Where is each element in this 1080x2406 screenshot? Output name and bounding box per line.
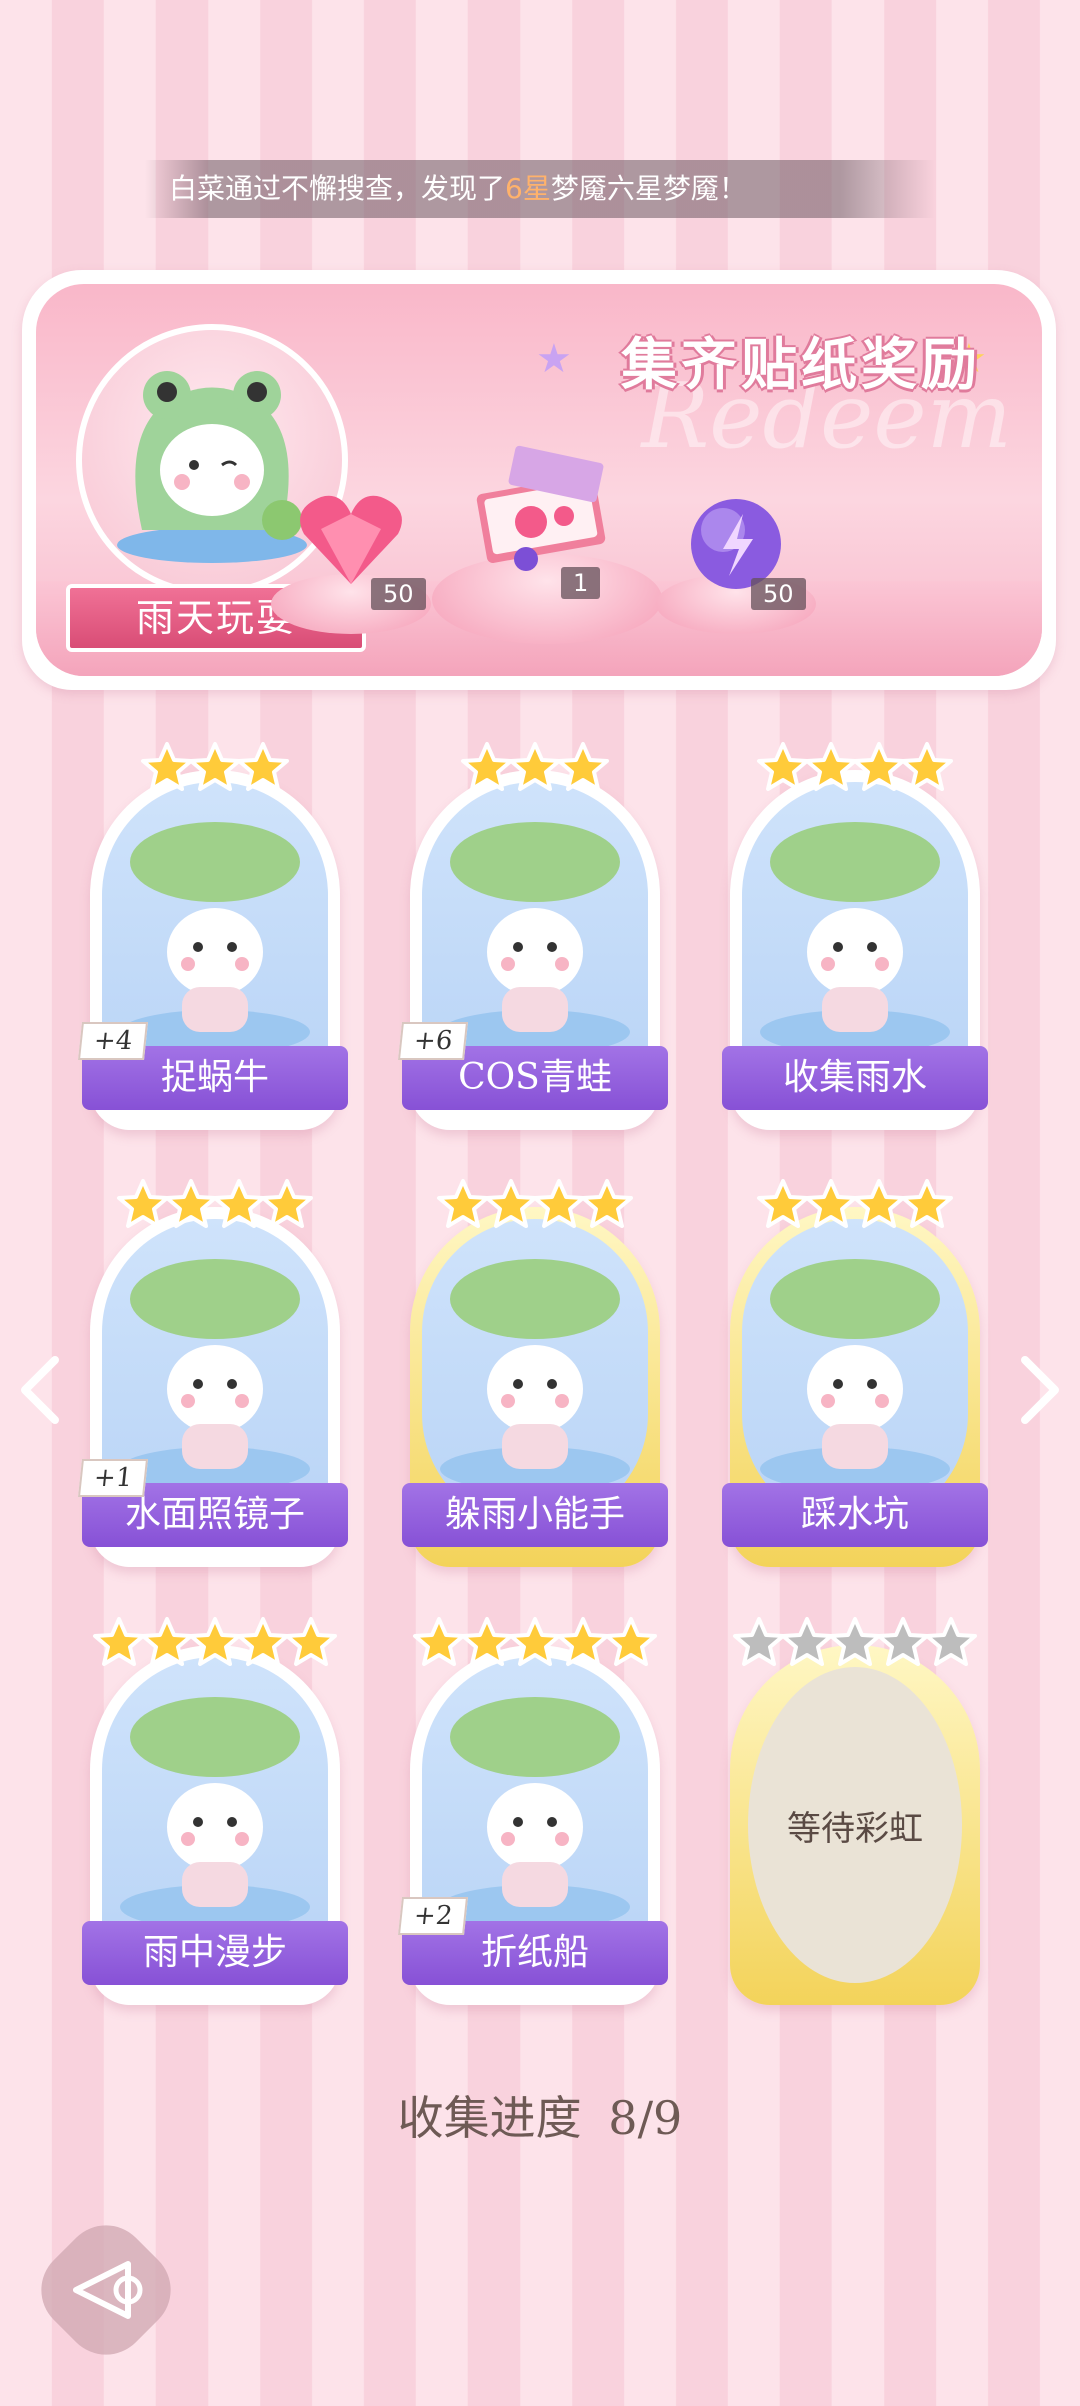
sticker-card[interactable]: 水面照镜子 +1 bbox=[78, 1207, 348, 1567]
sticker-art bbox=[422, 1219, 648, 1527]
star-icon bbox=[901, 1179, 953, 1228]
sticker-card[interactable]: COS青蛙 +6 bbox=[398, 770, 668, 1130]
chevron-right-icon[interactable] bbox=[1010, 1350, 1070, 1430]
heart-gem-icon[interactable] bbox=[296, 489, 406, 589]
sticker-label: 躲雨小能手 bbox=[402, 1483, 668, 1547]
star-icon bbox=[581, 1179, 633, 1228]
girl-umbrella-icon bbox=[760, 1259, 950, 1491]
star-rating bbox=[459, 740, 611, 796]
reward-banner-inner: Redeem ★ ★ 集齐贴纸奖励 雨天玩耍 50 1 50 bbox=[36, 284, 1042, 676]
star-rating bbox=[115, 1177, 315, 1233]
reward-count: 50 bbox=[751, 578, 806, 610]
notice-highlight: 6星 bbox=[505, 172, 551, 205]
star-icon bbox=[605, 1617, 657, 1666]
progress-value: 8/9 bbox=[608, 2091, 683, 2145]
duplicate-count-tag: +4 bbox=[78, 1022, 149, 1060]
bunny-frog-icon bbox=[440, 1259, 630, 1491]
notice-suffix: 梦魇六星梦魇！ bbox=[550, 172, 747, 205]
notice-prefix: 白菜通过不懈搜查，发现了 bbox=[169, 172, 506, 205]
gift-box-icon[interactable] bbox=[466, 444, 616, 574]
star-icon bbox=[901, 742, 953, 791]
locked-card-label: 等待彩虹 bbox=[748, 1667, 962, 1983]
star-icon bbox=[925, 1617, 977, 1666]
sticker-card[interactable]: 折纸船 +2 bbox=[398, 1645, 668, 2005]
star-rating bbox=[755, 740, 955, 796]
star-rating bbox=[139, 740, 291, 796]
reward-count: 1 bbox=[561, 567, 601, 599]
sticker-label: 踩水坑 bbox=[722, 1483, 988, 1547]
chevron-left-icon[interactable] bbox=[10, 1350, 70, 1430]
star-rating bbox=[731, 1615, 979, 1671]
sticker-art bbox=[742, 1219, 968, 1527]
sticker-label: 雨中漫步 bbox=[82, 1921, 348, 1985]
collection-progress: 收集进度 8/9 bbox=[0, 2082, 1080, 2148]
duplicate-count-tag: +2 bbox=[398, 1897, 469, 1935]
reward-banner: Redeem ★ ★ 集齐贴纸奖励 雨天玩耍 50 1 50 bbox=[22, 270, 1056, 690]
star-deco-icon: ★ bbox=[536, 336, 572, 382]
discovery-notice: 白菜通过不懈搜查，发现了6星梦魇六星梦魇！ bbox=[145, 160, 935, 218]
duplicate-count-tag: +6 bbox=[398, 1022, 469, 1060]
star-rating bbox=[91, 1615, 339, 1671]
sticker-art bbox=[102, 1657, 328, 1965]
sticker-card-locked[interactable]: 等待彩虹 bbox=[730, 1645, 980, 2005]
banner-title: 集齐贴纸奖励 bbox=[621, 333, 981, 398]
sticker-card[interactable]: 踩水坑 bbox=[722, 1207, 988, 1567]
sticker-card[interactable]: 捉蜗牛 +4 bbox=[78, 770, 348, 1130]
back-arrow-icon bbox=[73, 2261, 143, 2319]
star-icon bbox=[285, 1617, 337, 1666]
reward-count: 50 bbox=[371, 578, 426, 610]
star-rating bbox=[435, 1177, 635, 1233]
duplicate-count-tag: +1 bbox=[78, 1459, 149, 1497]
progress-label: 收集进度 bbox=[397, 2091, 582, 2145]
sticker-art bbox=[742, 782, 968, 1090]
star-icon bbox=[237, 742, 289, 791]
back-button[interactable] bbox=[23, 2207, 189, 2373]
star-icon bbox=[261, 1179, 313, 1228]
sticker-label: 收集雨水 bbox=[722, 1046, 988, 1110]
cat-leaf-icon bbox=[760, 822, 950, 1054]
star-rating bbox=[411, 1615, 659, 1671]
star-rating bbox=[755, 1177, 955, 1233]
sticker-card[interactable]: 收集雨水 bbox=[722, 770, 988, 1130]
sticker-card[interactable]: 躲雨小能手 bbox=[402, 1207, 668, 1567]
sticker-card[interactable]: 雨中漫步 bbox=[82, 1645, 348, 2005]
cat-raincoat-icon bbox=[120, 1697, 310, 1929]
star-icon bbox=[557, 742, 609, 791]
